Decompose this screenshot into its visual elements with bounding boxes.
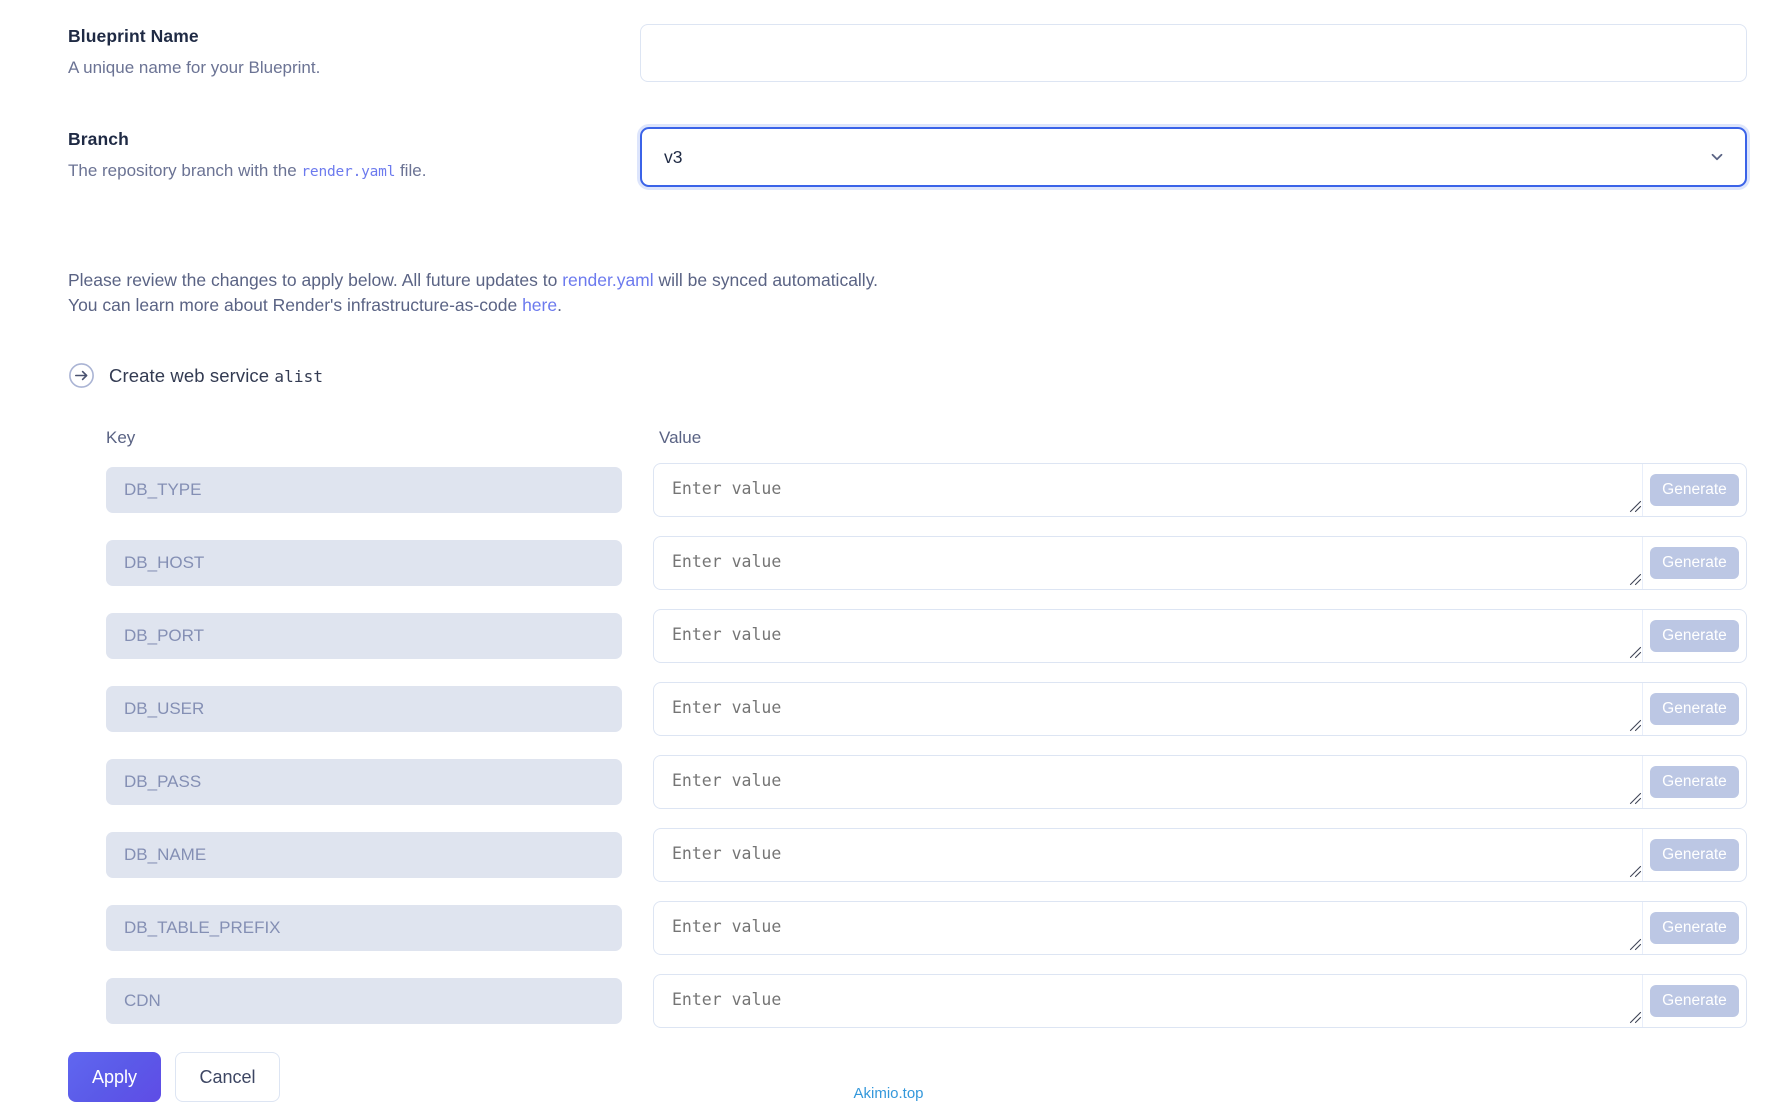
generate-button[interactable]: Generate	[1650, 693, 1739, 725]
env-value-cell: Generate	[653, 463, 1747, 517]
env-value-input[interactable]	[654, 464, 1643, 516]
env-key-field[interactable]: DB_NAME	[106, 832, 622, 878]
env-key-field[interactable]: DB_HOST	[106, 540, 622, 586]
branch-desc-after: file.	[395, 161, 427, 180]
notice-line2-after: .	[557, 294, 562, 315]
generate-button-cell: Generate	[1643, 975, 1746, 1027]
branch-select[interactable]: v3	[640, 127, 1747, 187]
generate-button[interactable]: Generate	[1650, 912, 1739, 944]
here-link[interactable]: here	[522, 295, 557, 315]
generate-button[interactable]: Generate	[1650, 839, 1739, 871]
env-value-input[interactable]	[654, 683, 1643, 735]
arrow-right-circle-icon	[68, 362, 95, 389]
env-key-field[interactable]: DB_TABLE_PREFIX	[106, 905, 622, 951]
env-row: DB_USER Generate	[106, 682, 1747, 736]
generate-button[interactable]: Generate	[1650, 620, 1739, 652]
column-header-key: Key	[106, 428, 136, 447]
blueprint-name-description: A unique name for your Blueprint.	[68, 58, 321, 77]
blueprint-name-field-row: Blueprint Name A unique name for your Bl…	[0, 24, 1777, 82]
branch-desc-before: The repository branch with the	[68, 161, 302, 180]
blueprint-name-title: Blueprint Name	[68, 26, 199, 46]
env-row: DB_TYPE Generate	[106, 463, 1747, 517]
service-action-text: Create web service	[109, 364, 275, 386]
branch-description: The repository branch with the render.ya…	[68, 160, 640, 183]
blueprint-name-control-col	[640, 24, 1777, 82]
env-value-input[interactable]	[654, 756, 1643, 808]
env-value-input[interactable]	[654, 975, 1643, 1027]
branch-field-row: Branch The repository branch with the re…	[0, 127, 1777, 187]
generate-button[interactable]: Generate	[1650, 766, 1739, 798]
env-value-cell: Generate	[653, 901, 1747, 955]
blueprint-name-label-col: Blueprint Name A unique name for your Bl…	[0, 24, 640, 80]
notice-line-2: You can learn more about Render's infras…	[68, 293, 1168, 318]
notice-line1-after: will be synced automatically.	[653, 270, 879, 290]
env-value-cell: Generate	[653, 828, 1747, 882]
generate-button-cell: Generate	[1643, 902, 1746, 954]
env-value-cell: Generate	[653, 974, 1747, 1028]
env-row: CDN Generate	[106, 974, 1747, 1028]
env-value-input[interactable]	[654, 537, 1643, 589]
env-row: DB_HOST Generate	[106, 536, 1747, 590]
generate-button-cell: Generate	[1643, 537, 1746, 589]
env-value-cell: Generate	[653, 609, 1747, 663]
env-value-cell: Generate	[653, 536, 1747, 590]
generate-button[interactable]: Generate	[1650, 985, 1739, 1017]
blueprint-form-page: Blueprint Name A unique name for your Bl…	[0, 0, 1777, 1110]
branch-select-wrap: v3	[640, 127, 1747, 187]
env-var-table: Key Value DB_TYPE Generate DB_HOST Generate…	[106, 428, 1747, 1047]
generate-button[interactable]: Generate	[1650, 474, 1739, 506]
notice-line-1: Please review the changes to apply below…	[68, 268, 1168, 293]
service-name: alist	[274, 366, 324, 386]
service-head-text: Create web service alist	[109, 365, 323, 387]
env-row: DB_PASS Generate	[106, 755, 1747, 809]
generate-button-cell: Generate	[1643, 464, 1746, 516]
env-value-cell: Generate	[653, 755, 1747, 809]
notice-line1-before: Please review the changes to apply below…	[68, 270, 563, 290]
env-value-input[interactable]	[654, 829, 1643, 881]
branch-label-col: Branch The repository branch with the re…	[0, 127, 640, 183]
env-row: DB_PORT Generate	[106, 609, 1747, 663]
notice-line2-before: You can learn more about Render's infras…	[68, 294, 523, 315]
create-web-service-heading: Create web service alist	[68, 362, 323, 389]
env-table-header: Key Value	[106, 428, 1747, 448]
env-key-field[interactable]: DB_PORT	[106, 613, 622, 659]
watermark: Akimio.top	[853, 1085, 924, 1102]
branch-control-col: v3	[640, 127, 1777, 187]
generate-button[interactable]: Generate	[1650, 547, 1739, 579]
render-yaml-link[interactable]: render.yaml	[562, 270, 653, 290]
generate-button-cell: Generate	[1643, 610, 1746, 662]
env-key-field[interactable]: DB_PASS	[106, 759, 622, 805]
env-row-list: DB_TYPE Generate DB_HOST Generate DB_PORT Gen…	[106, 463, 1747, 1028]
sync-notice: Please review the changes to apply below…	[68, 268, 1168, 318]
env-row: DB_NAME Generate	[106, 828, 1747, 882]
blueprint-name-input[interactable]	[640, 24, 1747, 82]
env-row: DB_TABLE_PREFIX Generate	[106, 901, 1747, 955]
render-yaml-code: render.yaml	[301, 164, 396, 180]
generate-button-cell: Generate	[1643, 756, 1746, 808]
generate-button-cell: Generate	[1643, 829, 1746, 881]
branch-title: Branch	[68, 129, 129, 149]
env-key-field[interactable]: DB_TYPE	[106, 467, 622, 513]
env-key-field[interactable]: CDN	[106, 978, 622, 1024]
column-header-value: Value	[659, 428, 702, 447]
env-value-input[interactable]	[654, 610, 1643, 662]
env-value-cell: Generate	[653, 682, 1747, 736]
env-key-field[interactable]: DB_USER	[106, 686, 622, 732]
generate-button-cell: Generate	[1643, 683, 1746, 735]
env-value-input[interactable]	[654, 902, 1643, 954]
